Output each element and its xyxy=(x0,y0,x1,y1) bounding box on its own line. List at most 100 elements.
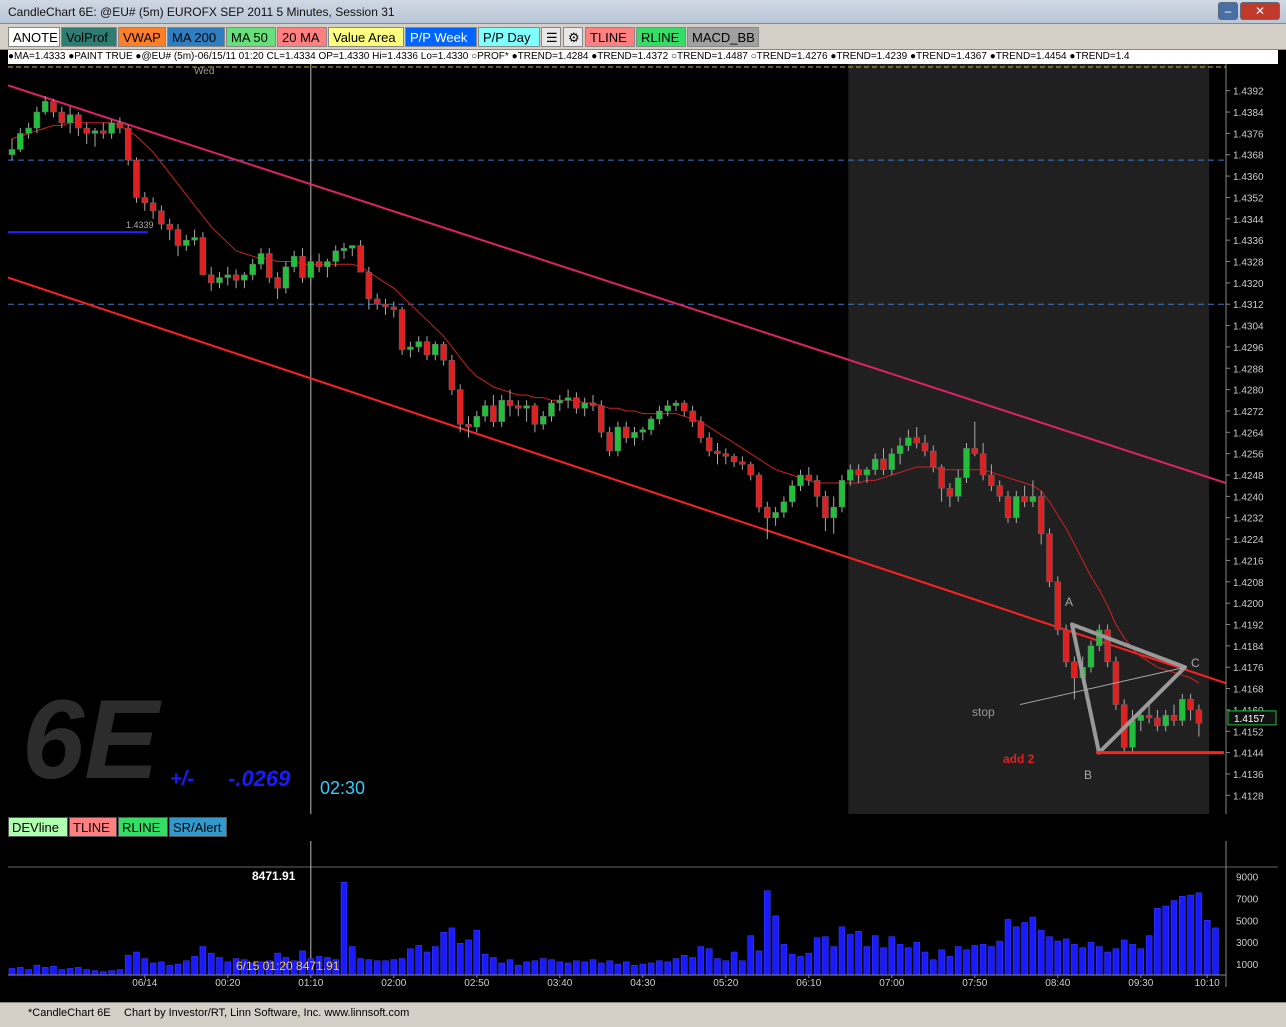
toolbar-p-p-day[interactable]: P/P Day xyxy=(478,27,540,47)
candle-body xyxy=(340,247,348,252)
candle-body xyxy=(556,400,564,404)
window-tab[interactable]: *CandleChart 6E xyxy=(28,1007,111,1019)
candle-body xyxy=(1145,714,1153,719)
volume-bar xyxy=(141,958,149,976)
candle-body xyxy=(266,253,273,278)
volume-bar xyxy=(581,961,588,976)
candle-body xyxy=(1179,698,1186,721)
volume-bar xyxy=(896,944,904,976)
lower-toolbar-devline[interactable]: DEVline xyxy=(8,817,68,837)
toolbar-ma-50[interactable]: MA 50 xyxy=(226,27,276,47)
add-label: add 2 xyxy=(1003,752,1035,766)
volume-bar xyxy=(755,950,763,976)
price-tick-label: 1.4352 xyxy=(1233,193,1264,204)
candle-body xyxy=(863,469,871,476)
candle-body xyxy=(282,266,290,289)
toolbar-rline[interactable]: RLINE xyxy=(636,27,686,47)
candle-body xyxy=(573,397,580,409)
print-icon[interactable]: ☰ xyxy=(541,27,561,47)
candle-body xyxy=(1170,714,1178,721)
volume-bar xyxy=(108,970,115,976)
candle-body xyxy=(946,488,954,497)
candle-body xyxy=(1129,720,1136,748)
volume-bar xyxy=(66,968,74,976)
volume-bar xyxy=(979,944,987,976)
time-tick-label: 07:00 xyxy=(879,978,904,987)
toolbar-p-p-week[interactable]: P/P Week xyxy=(405,27,477,47)
volume-bar xyxy=(398,958,406,976)
volume-bar xyxy=(1096,946,1103,976)
volume-bar xyxy=(622,961,630,976)
candle-body xyxy=(1187,698,1194,711)
price-tick-label: 1.4384 xyxy=(1233,108,1264,119)
price-tick-label: 1.4144 xyxy=(1233,749,1264,760)
volume-bar xyxy=(805,952,813,976)
volume-bar xyxy=(1046,936,1053,976)
volume-tick-label: 7000 xyxy=(1236,894,1259,905)
candle-body xyxy=(66,114,74,123)
price-tick-label: 1.4264 xyxy=(1233,428,1264,439)
toolbar-value-area[interactable]: Value Area xyxy=(328,27,404,47)
volume-bar xyxy=(598,962,605,976)
lower-toolbar-tline[interactable]: TLINE xyxy=(69,817,117,837)
volume-bar xyxy=(938,949,945,976)
candle-body xyxy=(1037,496,1045,535)
toolbar-ma-200[interactable]: MA 200 xyxy=(167,27,225,47)
candle-body xyxy=(880,458,887,470)
lower-toolbar-rline[interactable]: RLINE xyxy=(118,817,168,837)
toolbar-macd-bb[interactable]: MACD_BB xyxy=(687,27,759,47)
toolbar-volprof[interactable]: VolProf xyxy=(61,27,117,47)
volume-bar xyxy=(556,961,564,976)
volume-bar xyxy=(946,956,954,976)
volume-bar xyxy=(689,957,696,976)
volume-bar xyxy=(1062,938,1070,976)
candle-body xyxy=(714,450,721,454)
volume-bar xyxy=(1129,944,1136,976)
candle-body xyxy=(456,389,464,425)
volume-bar xyxy=(573,960,580,976)
candle-body xyxy=(1046,533,1053,583)
toolbar-20-ma[interactable]: 20 MA xyxy=(277,27,327,47)
volume-chart[interactable]: 9000 7000 5000 3000 1000 06/14 00:20 01:10 02:00… xyxy=(8,841,1286,989)
volume-bar xyxy=(357,958,364,976)
toolbar-anote[interactable]: ANOTE xyxy=(8,27,60,47)
candle-body xyxy=(332,250,339,262)
lower-toolbar-sr-alert[interactable]: SR/Alert xyxy=(169,817,227,837)
candle-body xyxy=(166,223,173,230)
time-tick-label: 10:10 xyxy=(1195,978,1220,987)
candle-body xyxy=(191,237,198,241)
time-tick-label: 02:50 xyxy=(464,978,489,987)
settings-icon[interactable]: ⚙ xyxy=(563,27,583,47)
volume-panel[interactable]: 9000 7000 5000 3000 1000 06/14 00:20 01:10 02:00… xyxy=(8,841,1286,989)
candle-body xyxy=(290,255,298,268)
toolbar-tline[interactable]: TLINE xyxy=(585,27,635,47)
candle-body xyxy=(606,432,613,452)
volume-bar xyxy=(124,955,132,976)
volume-bar xyxy=(216,957,223,976)
volume-bar xyxy=(207,952,215,976)
volume-bar xyxy=(631,964,638,976)
candle-body xyxy=(423,341,431,356)
volume-bar xyxy=(714,958,721,976)
volume-bar xyxy=(705,948,713,976)
volume-bar xyxy=(672,958,680,976)
minimize-button[interactable]: – xyxy=(1218,2,1238,20)
time-tick-label: 09:30 xyxy=(1128,978,1153,987)
close-button[interactable]: ✕ xyxy=(1240,2,1280,20)
symbol-watermark: 6E xyxy=(22,677,159,802)
candle-body xyxy=(241,274,248,281)
volume-bar xyxy=(664,961,671,976)
price-chart-panel[interactable]: 1.4392 1.4384 1.4376 1.4368 1.4360 1.4352 1.43… xyxy=(7,64,1278,814)
price-tick-label: 1.4152 xyxy=(1233,727,1264,738)
toolbar-vwap[interactable]: VWAP xyxy=(118,27,166,47)
candle-body xyxy=(257,253,265,265)
volume-bar xyxy=(564,962,572,976)
candle-body xyxy=(100,130,107,134)
change-label: +/- xyxy=(170,768,194,790)
candle-body xyxy=(349,245,356,249)
price-tick-label: 1.4248 xyxy=(1233,471,1264,482)
volume-bar xyxy=(539,958,547,976)
volume-bar xyxy=(1087,941,1095,976)
price-chart[interactable]: 1.4392 1.4384 1.4376 1.4368 1.4360 1.4352 1.43… xyxy=(7,64,1278,814)
volume-bar xyxy=(75,967,82,976)
